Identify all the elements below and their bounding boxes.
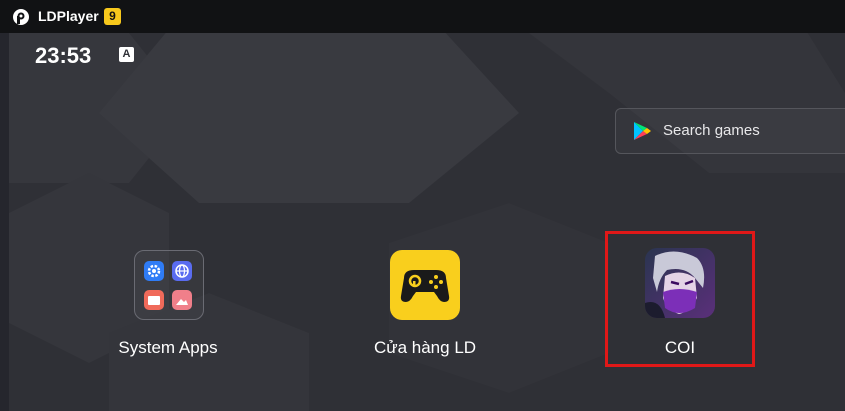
gallery-icon bbox=[172, 290, 192, 310]
app-title: LDPlayer bbox=[38, 8, 99, 24]
title-bar: LDPlayer 9 bbox=[0, 0, 845, 33]
search-placeholder: Search games bbox=[663, 122, 760, 139]
app-label-ld-store: Cửa hàng LD bbox=[373, 338, 477, 357]
search-games-bar[interactable]: Search games bbox=[615, 108, 845, 154]
files-icon bbox=[144, 290, 164, 310]
ldplayer-logo-icon bbox=[13, 9, 29, 25]
version-badge: 9 bbox=[104, 8, 121, 25]
android-home-screen: 23:53 A Search games System Apps Cửa hàn… bbox=[9, 33, 845, 411]
app-ld-store[interactable]: Cửa hàng LD bbox=[345, 248, 505, 368]
settings-icon bbox=[144, 261, 164, 281]
gamepad-icon bbox=[390, 250, 460, 320]
app-system-apps[interactable]: System Apps bbox=[88, 248, 248, 368]
play-store-icon bbox=[634, 122, 651, 140]
app-label-system-apps: System Apps bbox=[118, 338, 218, 357]
keyboard-indicator-icon: A bbox=[119, 47, 134, 62]
highlight-box bbox=[605, 231, 755, 367]
browser-icon bbox=[172, 261, 192, 281]
clock: 23:53 bbox=[35, 43, 92, 68]
left-edge bbox=[0, 33, 9, 411]
folder-icon bbox=[134, 250, 204, 320]
